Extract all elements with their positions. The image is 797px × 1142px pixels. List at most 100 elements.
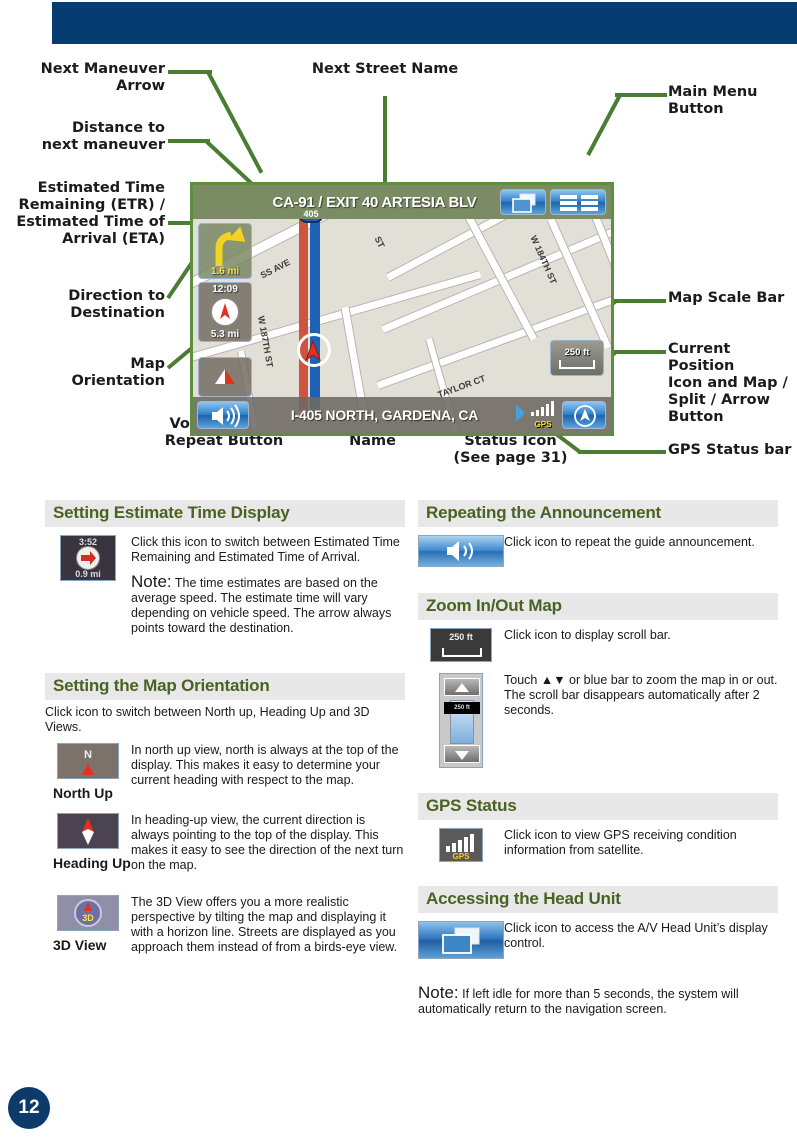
next-street-banner: CA-91 / EXIT 40 ARTESIA BLV — [193, 185, 611, 219]
triangle-down-icon — [455, 751, 469, 760]
3d-view-row: 3D 3D View The 3D View offers you a more… — [45, 895, 405, 955]
next-maneuver-panel[interactable]: 1.6 mi — [198, 223, 252, 279]
gps-status-text: Click icon to view GPS receiving conditi… — [504, 828, 737, 857]
head-unit-row: Click icon to access the A/V Head Unit’s… — [418, 921, 778, 963]
estimate-time-note: Note: The time estimates are based on th… — [131, 572, 405, 636]
zoom-scale-row: 250 ft Click icon to display scroll bar. — [418, 628, 778, 667]
3d-view-text: The 3D View offers you a more realistic … — [131, 895, 398, 954]
map-freeway-blue — [310, 213, 320, 411]
gps-status-row: GPS Click icon to view GPS receiving con… — [418, 828, 778, 866]
leader-line — [615, 93, 667, 97]
3d-view-icon[interactable]: 3D — [57, 895, 119, 931]
repeating-text: Click icon to repeat the guide announcem… — [504, 535, 755, 549]
callout-current-position-button: Current Position Icon and Map / Split / … — [668, 341, 788, 425]
estimate-time-paragraph: Click this icon to switch between Estima… — [131, 535, 400, 564]
callout-next-street-name: Next Street Name — [311, 61, 459, 77]
north-up-icon[interactable]: N — [57, 743, 119, 779]
leader-line — [586, 94, 622, 156]
heading-up-icon[interactable] — [57, 813, 119, 849]
current-street-name-label: I-405 NORTH, GARDENA, CA — [290, 407, 479, 423]
map-scale-thumbnail-icon[interactable]: 250 ft — [430, 628, 492, 662]
current-position-marker-icon — [297, 333, 331, 367]
etr-eta-panel[interactable]: 12:09 5.3 mi — [198, 282, 252, 342]
page-number-badge: 12 — [8, 1087, 50, 1129]
etr-distance-value: 5.3 mi — [210, 329, 240, 340]
next-maneuver-distance: 1.6 mi — [210, 266, 240, 277]
zoom-in-arrow-button[interactable] — [444, 678, 480, 696]
left-column: Setting Estimate Time Display 3:52 0.9 m… — [45, 500, 405, 955]
callout-next-maneuver-arrow: Next Maneuver Arrow — [40, 61, 165, 94]
zoom-scale-text: Click icon to display scroll bar. — [504, 628, 671, 642]
scale-thumb-value: 250 ft — [449, 632, 473, 642]
3d-view-caption: 3D View — [53, 937, 107, 953]
leader-line — [206, 71, 264, 174]
navigation-screen: 405 ST W 184TH ST W 187TH ST TAYLOR CT S… — [190, 182, 614, 436]
main-menu-button[interactable] — [550, 189, 606, 215]
current-position-button[interactable] — [562, 401, 606, 429]
repeating-thumb-col — [418, 535, 504, 571]
note-label: Note: — [418, 983, 459, 1002]
gps-status-label: GPS — [534, 420, 552, 429]
gps-status-bar[interactable]: GPS — [530, 401, 556, 429]
zoom-scroll-row: 250 ft Touch ▲▼ or blue bar to zoom the … — [418, 673, 778, 773]
gps-status-icon[interactable]: GPS — [439, 828, 483, 862]
top-header-band — [52, 2, 797, 44]
map-freeway-red — [299, 215, 308, 411]
status-bar: I-405 NORTH, GARDENA, CA GPS — [193, 397, 611, 433]
heading-up-caption: Heading Up — [53, 855, 131, 871]
callout-map-scale-bar: Map Scale Bar — [668, 290, 785, 306]
north-up-row: N North Up In north up view, north is al… — [45, 743, 405, 801]
direction-to-destination-icon — [211, 298, 239, 326]
section-heading-repeating: Repeating the Announcement — [418, 500, 778, 527]
north-up-text: In north up view, north is always at the… — [131, 743, 399, 787]
section-heading-gps-status: GPS Status — [418, 793, 778, 820]
map-orientation-intro: Click icon to switch between North up, H… — [45, 705, 370, 734]
heading-up-row: Heading Up In heading-up view, the curre… — [45, 813, 405, 873]
callout-main-menu-button: Main Menu Button — [668, 84, 758, 117]
note-body: If left idle for more than 5 seconds, th… — [418, 987, 739, 1016]
head-unit-text: Click icon to access the A/V Head Unit’s… — [504, 921, 768, 950]
leader-line — [612, 299, 666, 303]
map-split-screen-button[interactable] — [500, 189, 546, 215]
zoom-out-arrow-button[interactable] — [444, 745, 480, 763]
zoom-scroll-thumb-col: 250 ft — [418, 673, 504, 773]
estimate-time-text-col: Click this icon to switch between Estima… — [131, 535, 405, 645]
triangle-up-icon — [455, 683, 469, 692]
zoom-scale-thumb-col: 250 ft — [418, 628, 504, 667]
north-up-caption: North Up — [53, 785, 113, 801]
highway-shield-number: 405 — [303, 209, 319, 219]
zoom-scrollbar-icon[interactable]: 250 ft — [439, 673, 483, 768]
scale-bracket-icon — [559, 360, 595, 369]
voice-repeat-icon[interactable] — [418, 535, 504, 567]
leader-line — [612, 350, 666, 354]
north-up-thumb-col: N North Up — [45, 743, 131, 801]
heading-up-text: In heading-up view, the current directio… — [131, 813, 404, 872]
map-orientation-button[interactable] — [198, 357, 252, 397]
callout-etr-eta: Estimated Time Remaining (ETR) / Estimat… — [16, 180, 165, 247]
bluetooth-status-icon[interactable] — [512, 405, 528, 429]
estimate-time-thumb-col: 3:52 0.9 mi — [45, 535, 131, 645]
callout-gps-status-bar: GPS Status bar — [668, 442, 792, 458]
estimate-time-row: 3:52 0.9 mi Click this icon to switch be… — [45, 535, 405, 645]
zoom-scroll-text: Touch ▲▼ or blue bar to zoom the map in … — [504, 673, 778, 717]
etr-thumb-distance: 0.9 mi — [75, 569, 101, 579]
status-icons-group: GPS — [512, 401, 556, 429]
callout-map-orientation: Map Orientation — [71, 356, 165, 389]
svg-text:N: N — [84, 749, 92, 761]
next-street-name-label: CA-91 / EXIT 40 ARTESIA BLV — [272, 193, 477, 211]
map-scale-value: 250 ft — [564, 347, 590, 358]
map-scale-bar[interactable]: 250 ft — [550, 340, 604, 376]
section-heading-map-orientation: Setting the Map Orientation — [45, 673, 405, 700]
callout-direction-to-destination: Direction to Destination — [68, 288, 165, 321]
etr-time-value: 12:09 — [212, 284, 238, 295]
av-head-unit-icon[interactable] — [418, 921, 504, 959]
zoom-level-value: 250 ft — [454, 705, 470, 711]
voice-prompt-repeat-button[interactable] — [197, 401, 249, 429]
head-unit-thumb-col — [418, 921, 504, 963]
heading-up-thumb-col: Heading Up — [45, 813, 131, 873]
repeating-row: Click icon to repeat the guide announcem… — [418, 535, 778, 571]
leader-line — [578, 450, 666, 454]
section-heading-zoom: Zoom In/Out Map — [418, 593, 778, 620]
etr-thumbnail-icon[interactable]: 3:52 0.9 mi — [60, 535, 116, 581]
note-label: Note: — [131, 572, 172, 591]
